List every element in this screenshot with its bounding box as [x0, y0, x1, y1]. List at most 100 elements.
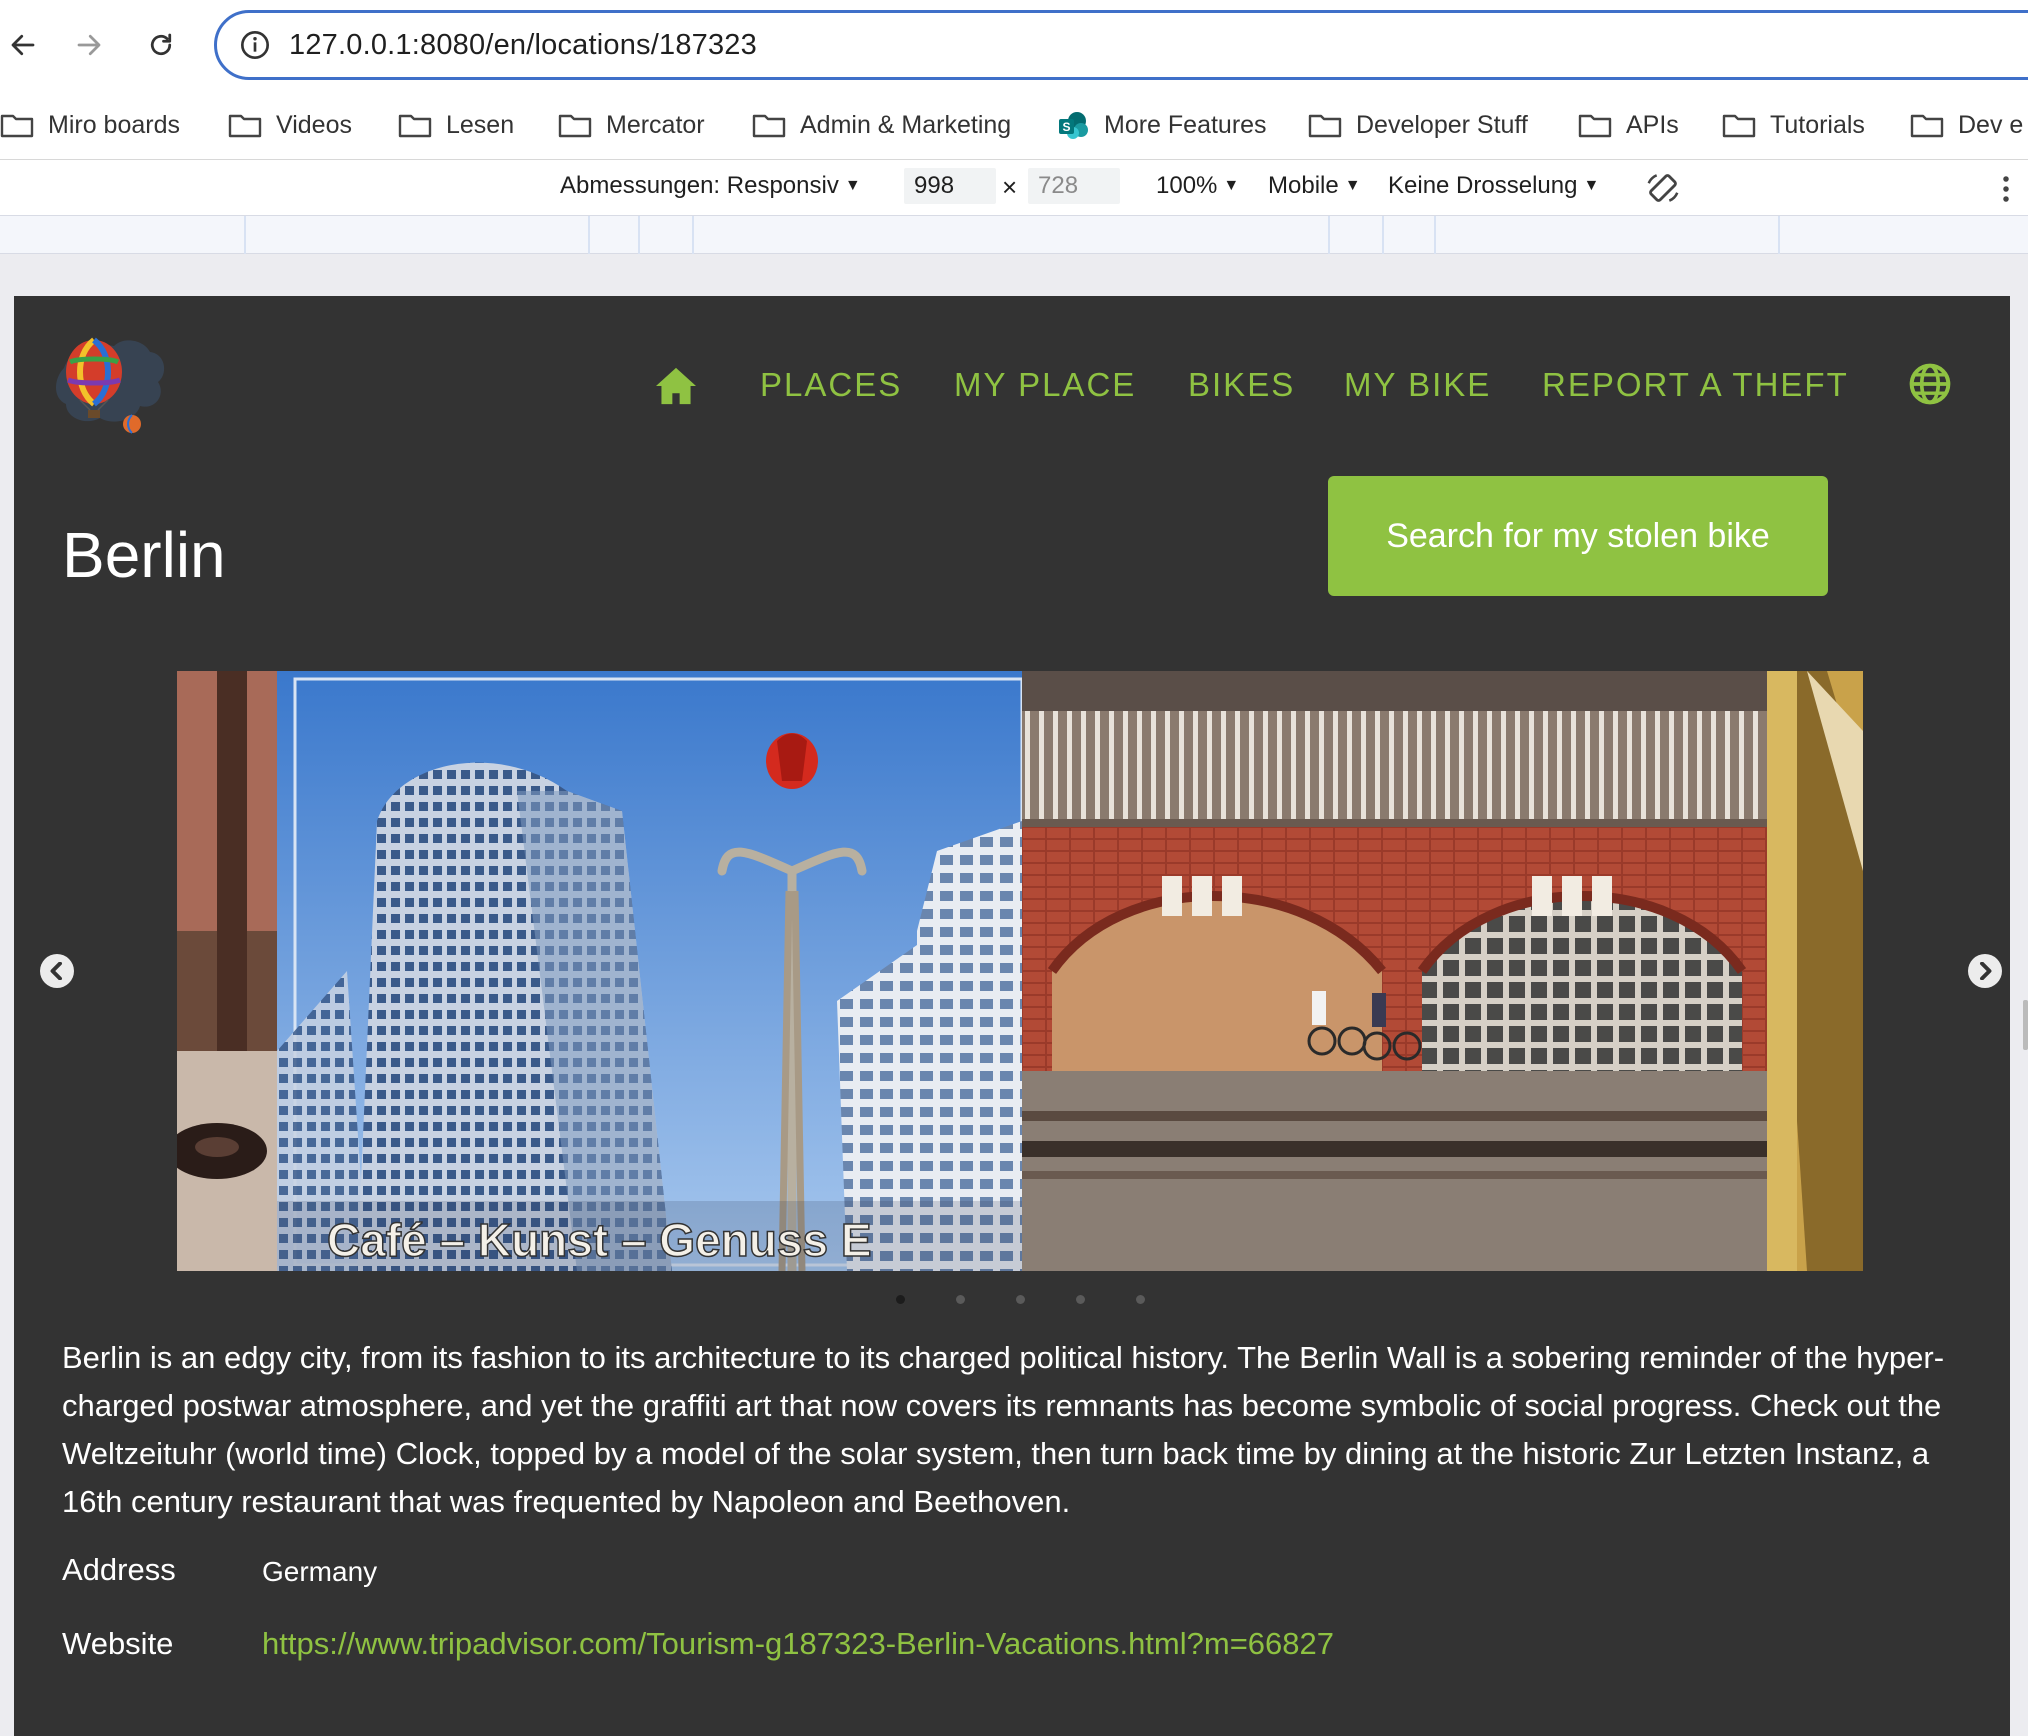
- folder-icon: [398, 114, 432, 138]
- page-title: Berlin: [62, 519, 226, 591]
- image-carousel[interactable]: Café – Kunst – Genuss E: [177, 671, 1863, 1271]
- website-link[interactable]: https://www.tripadvisor.com/Tourism-g187…: [262, 1626, 1334, 1662]
- sharepoint-icon: S: [1059, 112, 1088, 139]
- throttling-dropdown[interactable]: Keine Drosselung ▼: [1388, 172, 1599, 200]
- viewport-gutter-right: [2010, 254, 2028, 1736]
- bookmark-label: APIs: [1626, 110, 1679, 139]
- bookmark-videos[interactable]: Videos: [228, 105, 352, 145]
- bookmarks-bar: Miro boards Videos Lesen Mercator Admin …: [0, 90, 2028, 160]
- address-bar[interactable]: 127.0.0.1:8080/en/locations/187323: [214, 10, 2028, 80]
- folder-icon: [558, 114, 592, 138]
- zoom-dropdown[interactable]: 100% ▼: [1156, 172, 1239, 200]
- url-text[interactable]: 127.0.0.1:8080/en/locations/187323: [289, 29, 757, 62]
- bookmark-label: Tutorials: [1770, 110, 1865, 139]
- ruler-divider: [638, 216, 640, 254]
- caret-down-icon: ▼: [844, 177, 861, 194]
- throttling-label: Keine Drosselung: [1388, 172, 1578, 199]
- ruler-divider: [1434, 216, 1436, 254]
- chevron-right-icon: [1980, 962, 1992, 980]
- home-icon[interactable]: [654, 366, 698, 406]
- height-input[interactable]: 728: [1028, 168, 1120, 204]
- nav-report-a-theft[interactable]: REPORT A THEFT: [1542, 366, 1849, 404]
- folder-icon: [752, 114, 786, 138]
- folder-icon: [1578, 114, 1612, 138]
- address-label: Address: [62, 1552, 176, 1587]
- carousel-prev-button[interactable]: [40, 954, 74, 988]
- caret-down-icon: ▼: [1583, 177, 1600, 194]
- bookmark-label: More Features: [1104, 110, 1267, 139]
- arrow-left-icon: [11, 34, 35, 56]
- bookmark-label: Lesen: [446, 110, 515, 139]
- reload-button[interactable]: [138, 22, 184, 68]
- scroll-handle[interactable]: [2023, 1000, 2028, 1050]
- carousel-dot[interactable]: [1016, 1295, 1025, 1304]
- bookmark-more-features[interactable]: S More Features: [1056, 105, 1267, 145]
- arrow-right-icon: [77, 34, 101, 56]
- carousel-indicators: [14, 1295, 2010, 1307]
- bookmark-apis[interactable]: APIs: [1578, 105, 1679, 145]
- bookmark-mercator[interactable]: Mercator: [558, 105, 705, 145]
- dimensions-dropdown[interactable]: Abmessungen: Responsiv ▼: [560, 172, 861, 200]
- bookmark-miro-boards[interactable]: Miro boards: [0, 105, 180, 145]
- ruler-divider: [1382, 216, 1384, 254]
- bookmark-lesen[interactable]: Lesen: [398, 105, 514, 145]
- bookmark-label: Developer Stuff: [1356, 110, 1528, 139]
- search-stolen-bike-button[interactable]: Search for my stolen bike: [1328, 476, 1828, 596]
- bookmark-dev[interactable]: Dev e: [1910, 105, 2023, 145]
- width-input[interactable]: 998: [904, 168, 996, 204]
- bookmark-label: Videos: [276, 110, 352, 139]
- bookmark-label: Admin & Marketing: [800, 110, 1012, 139]
- balloon-logo[interactable]: [50, 328, 170, 446]
- location-description: Berlin is an edgy city, from its fashion…: [62, 1340, 1945, 1519]
- folder-icon: [1308, 114, 1342, 138]
- caret-down-icon: ▼: [1223, 177, 1240, 194]
- forward-button[interactable]: [66, 22, 112, 68]
- ruler-divider: [1778, 216, 1780, 254]
- viewport-gutter: [0, 254, 2028, 296]
- bookmark-developer-stuff[interactable]: Developer Stuff: [1308, 105, 1528, 145]
- nav-my-bike[interactable]: MY BIKE: [1344, 366, 1491, 404]
- media-query-ruler: [0, 216, 2028, 254]
- ruler-divider: [692, 216, 694, 254]
- carousel-dot[interactable]: [956, 1295, 965, 1304]
- carousel-slide-station: [1022, 671, 1767, 1271]
- ruler-divider: [244, 216, 246, 254]
- carousel-dot[interactable]: [896, 1295, 905, 1304]
- carousel-slide-partial-right: [1767, 671, 1863, 1271]
- device-type-dropdown[interactable]: Mobile ▼: [1268, 172, 1361, 200]
- more-options-icon[interactable]: [2000, 174, 2012, 204]
- nav-bikes[interactable]: BIKES: [1188, 366, 1295, 404]
- folder-icon: [1910, 114, 1944, 138]
- browser-toolbar: 127.0.0.1:8080/en/locations/187323: [0, 0, 2028, 90]
- ruler-divider: [588, 216, 590, 254]
- reload-icon: [150, 33, 172, 56]
- carousel-slide-partial-left: [177, 671, 277, 1271]
- zoom-label: 100%: [1156, 172, 1218, 199]
- carousel-slide-tower: Café – Kunst – Genuss E: [277, 671, 1022, 1271]
- dimensions-label: Abmessungen: Responsiv: [560, 172, 839, 199]
- bookmark-label: Miro boards: [48, 110, 180, 139]
- viewport-gutter-left: [0, 254, 14, 1736]
- times-sign: ×: [1002, 172, 1018, 202]
- nav-places[interactable]: PLACES: [760, 366, 902, 404]
- carousel-dot[interactable]: [1076, 1295, 1085, 1304]
- caret-down-icon: ▼: [1344, 177, 1361, 194]
- back-button[interactable]: [0, 22, 46, 68]
- page-viewport: PLACES MY PLACE BIKES MY BIKE REPORT A T…: [14, 296, 2010, 1736]
- globe-icon[interactable]: [1908, 362, 1952, 406]
- website-label: Website: [62, 1626, 174, 1661]
- bookmark-tutorials[interactable]: Tutorials: [1722, 105, 1865, 145]
- device-toolbar: Abmessungen: Responsiv ▼ 998 × 728 100% ▼ …: [0, 160, 2028, 216]
- bookmark-admin-marketing[interactable]: Admin & Marketing: [752, 105, 1011, 145]
- chevron-left-icon: [50, 962, 62, 980]
- carousel-next-button[interactable]: [1968, 954, 2002, 988]
- carousel-dot[interactable]: [1136, 1295, 1145, 1304]
- address-value: Germany: [262, 1556, 378, 1587]
- rotate-icon[interactable]: [1644, 169, 1682, 207]
- ruler-divider: [1328, 216, 1330, 254]
- bookmark-label: Dev e: [1958, 110, 2024, 139]
- device-type-label: Mobile: [1268, 172, 1339, 199]
- nav-my-place[interactable]: MY PLACE: [954, 366, 1136, 404]
- info-icon[interactable]: [239, 29, 271, 61]
- folder-icon: [228, 114, 262, 138]
